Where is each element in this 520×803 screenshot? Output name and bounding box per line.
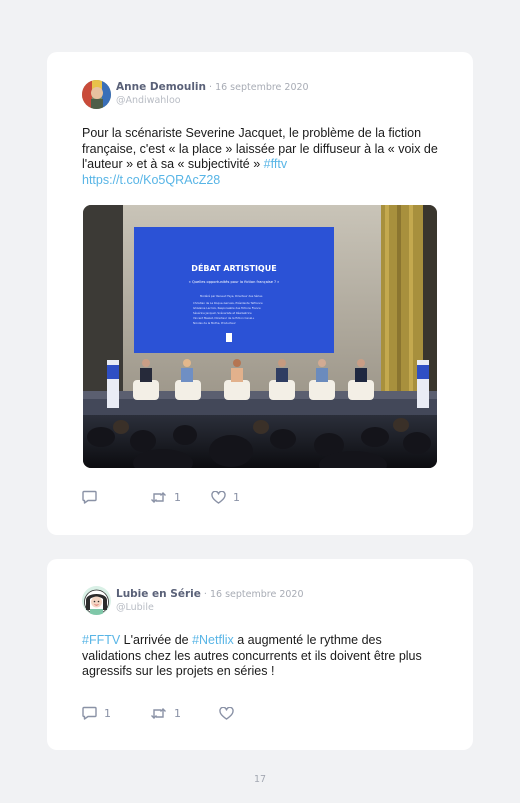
reply-icon — [82, 706, 97, 720]
tweet-actions: 1 1 — [82, 490, 240, 504]
reply-icon — [82, 490, 97, 504]
retweet-button[interactable]: 1 — [150, 491, 211, 504]
retweet-count: 1 — [174, 490, 181, 504]
tweet-card: Anne Demoulin · 16 septembre 2020 @Andiw… — [47, 52, 473, 535]
tweet-card: Lubie en Série · 16 septembre 2020 @Lubi… — [47, 559, 473, 750]
retweet-icon — [150, 491, 167, 504]
reply-button[interactable]: 1 — [82, 706, 150, 720]
header-separator: · — [200, 589, 210, 600]
hashtag-link[interactable]: #Netflix — [192, 633, 234, 647]
tweet-actions: 1 1 — [82, 706, 241, 720]
tweet-header: Anne Demoulin · 16 septembre 2020 @Andiw… — [116, 81, 309, 107]
retweet-button[interactable]: 1 — [150, 707, 219, 720]
retweet-count: 1 — [174, 706, 181, 720]
screen-title: DÉBAT ARTISTIQUE — [191, 262, 276, 273]
author-name[interactable]: Lubie en Série — [116, 588, 201, 600]
screen-line: Sévérine Jacquet, Scénariste et Réalisat… — [193, 311, 252, 315]
like-count: 1 — [233, 490, 240, 504]
reply-count: 1 — [104, 706, 111, 720]
reply-button[interactable] — [82, 490, 150, 504]
header-separator: · — [206, 82, 216, 93]
tweet-date[interactable]: 16 septembre 2020 — [210, 589, 304, 600]
author-avatar[interactable] — [82, 80, 111, 109]
screen-line: Christian de La Roque-Gervais, Président… — [193, 301, 263, 305]
author-name[interactable]: Anne Demoulin — [116, 81, 206, 93]
heart-icon — [219, 706, 234, 720]
screen-subtitle: « Quelles opportunités pour la fiction f… — [189, 280, 280, 284]
screen-line: Ghislaine Lacroix, Responsable des ficti… — [193, 306, 261, 310]
tweet-text: Pour la scénariste Severine Jacquet, le … — [82, 126, 442, 188]
url-link[interactable]: https://t.co/Ko5QRAcZ28 — [82, 173, 220, 187]
screen-line: Nicolas de la Mothe, Producteur — [193, 321, 237, 325]
author-handle[interactable]: @Andiwahloo — [116, 94, 309, 107]
screen-line: Vincent Meslet, Directeur de la fiction … — [193, 316, 254, 320]
like-button[interactable] — [219, 706, 241, 720]
tweet-date[interactable]: 16 septembre 2020 — [215, 82, 309, 93]
tweet-text-body: L'arrivée de — [120, 633, 193, 647]
tweet-text-body: Pour la scénariste Severine Jacquet, le … — [82, 126, 438, 171]
tweet-text: #FFTV L'arrivée de #Netflix a augmenté l… — [82, 633, 442, 680]
hashtag-link[interactable]: #FFTV — [82, 633, 120, 647]
hashtag-link[interactable]: #fftv — [264, 157, 287, 171]
tweet-header: Lubie en Série · 16 septembre 2020 @Lubi… — [116, 588, 304, 614]
author-avatar[interactable] — [82, 586, 111, 615]
page-number: 17 — [253, 774, 267, 785]
screen-line: Modéré par Renaud Faye, Directeur des Sé… — [200, 294, 263, 298]
author-handle[interactable]: @Lubile — [116, 601, 304, 614]
like-button[interactable]: 1 — [211, 490, 240, 504]
retweet-icon — [150, 707, 167, 720]
tweet-photo[interactable]: DÉBAT ARTISTIQUE « Quelles opportunités … — [83, 205, 437, 468]
heart-icon — [211, 490, 226, 504]
